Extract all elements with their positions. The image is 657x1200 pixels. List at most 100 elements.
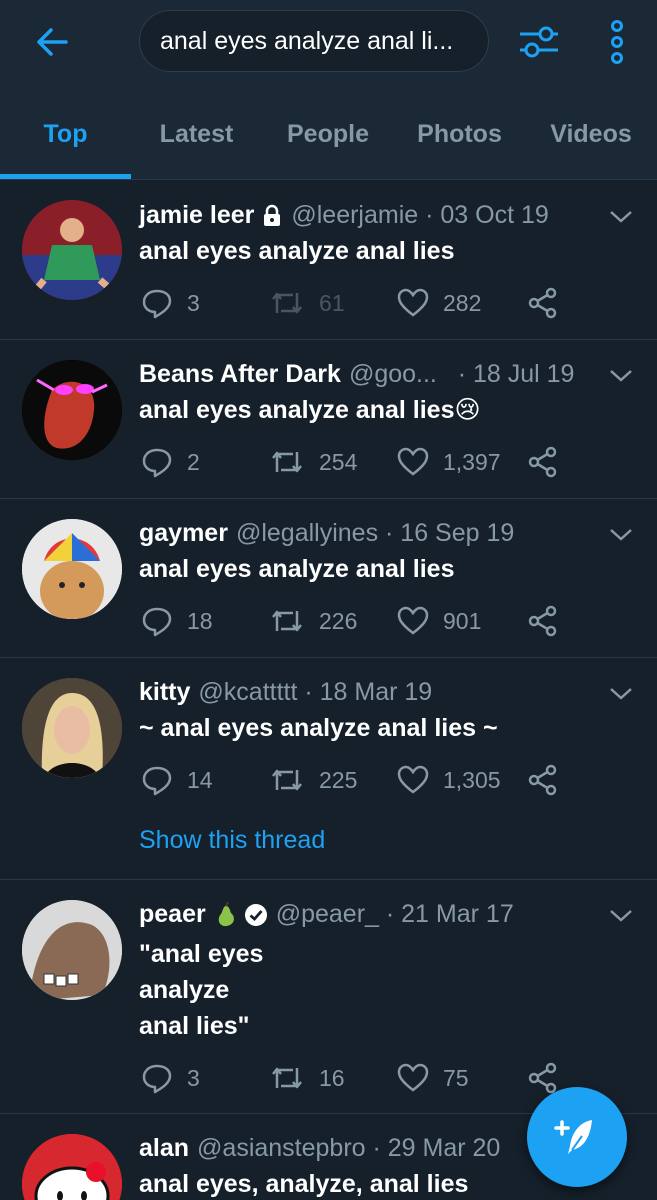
reply-button[interactable]: 14 [141, 760, 213, 800]
reply-icon [142, 1064, 172, 1094]
tweet-header: alan @asianstepbro · 29 Mar 20 [139, 1134, 500, 1163]
show-thread-link[interactable]: Show this thread [139, 826, 325, 855]
avatar[interactable] [22, 1134, 122, 1200]
handle-and-date: @leerjamie · 03 Oct 19 [291, 201, 549, 229]
tweet-text: anal eyes analyze anal lies😢 [139, 396, 481, 424]
tweet-item[interactable]: jamie leer @leerjamie · 03 Oct 19 anal e… [0, 181, 657, 340]
tweet-text: ~ anal eyes analyze anal lies ~ [139, 714, 498, 742]
reply-icon [142, 607, 172, 637]
avatar[interactable] [22, 200, 122, 300]
tweet-actions: 2 254 1,397 [139, 442, 579, 482]
retweet-icon [272, 769, 302, 791]
retweet-button[interactable]: 226 [269, 601, 357, 641]
retweet-icon [272, 1067, 302, 1089]
chevron-down-icon[interactable] [607, 366, 635, 386]
compose-feather-icon [554, 1120, 592, 1154]
display-name[interactable]: gaymer [139, 519, 228, 548]
reply-icon [142, 448, 172, 478]
tweet-header: jamie leer @leerjamie · 03 Oct 19 [139, 201, 549, 230]
avatar[interactable] [22, 360, 122, 460]
back-arrow-icon[interactable] [30, 22, 74, 62]
retweet-button[interactable]: 16 [269, 1058, 345, 1098]
tab-top[interactable]: Top [0, 88, 131, 180]
search-filter-icon[interactable] [515, 18, 563, 66]
reply-icon [142, 766, 172, 796]
reply-button[interactable]: 3 [141, 1058, 200, 1098]
compose-tweet-button[interactable] [527, 1087, 627, 1187]
tweet-actions: 3 16 75 [139, 1058, 579, 1098]
avatar[interactable] [22, 519, 122, 619]
share-button[interactable] [527, 283, 559, 323]
chevron-down-icon[interactable] [607, 525, 635, 545]
tweet-actions: 3 61 282 [139, 283, 579, 323]
avatar[interactable] [22, 900, 122, 1000]
retweet-icon [272, 610, 302, 632]
like-button[interactable]: 1,305 [397, 760, 501, 800]
tweet-header: kitty @kcattttt · 18 Mar 19 [139, 678, 432, 707]
heart-icon [397, 447, 429, 476]
tweet-text: anal eyes analyze anal lies [139, 237, 455, 265]
tweet-item[interactable]: Beans After Dark @goo... · 18 Jul 19 ana… [0, 340, 657, 499]
pear-icon [214, 901, 238, 928]
tweet-header: Beans After Dark @goo... · 18 Jul 19 [139, 360, 574, 389]
reply-icon [142, 289, 172, 319]
retweet-button[interactable]: 61 [269, 283, 345, 323]
like-button[interactable]: 901 [397, 601, 481, 641]
tweet-header: peaer @peaer_ · 21 Mar 17 [139, 900, 514, 929]
tweet-text: anal eyes, analyze, anal lies [139, 1170, 469, 1198]
avatar[interactable] [22, 678, 122, 778]
more-options-icon[interactable] [605, 18, 629, 66]
retweet-button[interactable]: 254 [269, 442, 357, 482]
like-button[interactable]: 75 [397, 1058, 469, 1098]
like-button[interactable]: 282 [397, 283, 481, 323]
like-button[interactable]: 1,397 [397, 442, 501, 482]
tweet-item[interactable]: peaer @peaer_ · 21 Mar 17 "anal eyes ana… [0, 880, 657, 1114]
share-button[interactable] [527, 442, 559, 482]
share-button[interactable] [527, 601, 559, 641]
search-query: anal eyes analyze anal li... [160, 26, 454, 55]
lock-icon [261, 204, 283, 228]
chevron-down-icon[interactable] [607, 684, 635, 704]
chevron-down-icon[interactable] [607, 906, 635, 926]
share-button[interactable] [527, 760, 559, 800]
handle-and-date: @goo... · 18 Jul 19 [348, 360, 575, 388]
heart-icon [397, 606, 429, 635]
retweet-button[interactable]: 225 [269, 760, 357, 800]
heart-icon [397, 288, 429, 317]
chevron-down-icon[interactable] [607, 207, 635, 227]
retweet-icon [272, 451, 302, 473]
tweet-header: gaymer @legallyines · 16 Sep 19 [139, 519, 514, 548]
active-tab-indicator [0, 174, 131, 179]
reply-button[interactable]: 3 [141, 283, 200, 323]
display-name[interactable]: kitty [139, 678, 190, 707]
display-name[interactable]: peaer [139, 900, 206, 929]
reply-button[interactable]: 2 [141, 442, 200, 482]
search-input[interactable]: anal eyes analyze anal li... [139, 10, 489, 72]
heart-icon [397, 1063, 429, 1092]
handle-and-date: @legallyines · 16 Sep 19 [235, 519, 515, 547]
retweet-icon [272, 292, 302, 314]
display-name[interactable]: Beans After Dark [139, 360, 341, 389]
tab-photos[interactable]: Photos [394, 88, 525, 180]
share-icon [528, 287, 557, 319]
tab-latest[interactable]: Latest [131, 88, 262, 180]
share-icon [528, 605, 557, 637]
share-icon [528, 1062, 557, 1094]
top-bar: anal eyes analyze anal li... [0, 0, 657, 88]
handle-and-date: @peaer_ · 21 Mar 17 [275, 900, 514, 928]
tab-people[interactable]: People [262, 88, 394, 180]
display-name[interactable]: alan [139, 1134, 189, 1163]
reply-button[interactable]: 18 [141, 601, 213, 641]
tweet-text: anal eyes analyze anal lies [139, 555, 455, 583]
share-icon [528, 446, 557, 478]
tab-videos[interactable]: Videos [525, 88, 657, 180]
verified-badge-icon [244, 903, 268, 927]
tweet-item[interactable]: gaymer @legallyines · 16 Sep 19 anal eye… [0, 499, 657, 658]
display-name[interactable]: jamie leer [139, 201, 254, 230]
tweet-actions: 18 226 901 [139, 601, 579, 641]
search-tabs: Top Latest People Photos Videos [0, 88, 657, 180]
heart-icon [397, 765, 429, 794]
handle-and-date: @asianstepbro · 29 Mar 20 [197, 1134, 501, 1162]
tweet-actions: 14 225 1,305 [139, 760, 579, 800]
tweet-item[interactable]: kitty @kcattttt · 18 Mar 19 ~ anal eyes … [0, 658, 657, 880]
